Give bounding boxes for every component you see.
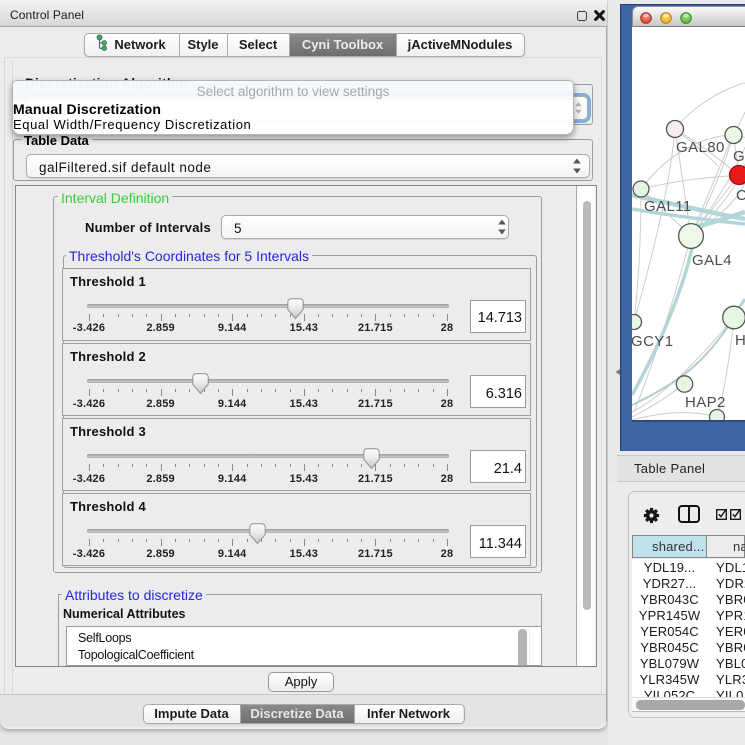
svg-text:GCY1: GCY1 [632,333,673,350]
svg-text:C: C [736,187,745,204]
svg-text:GAL4: GAL4 [692,252,732,269]
svg-text:GA: GA [733,148,745,165]
svg-text:GAL80: GAL80 [676,139,725,156]
svg-text:HAP2: HAP2 [685,394,726,411]
svg-text:H: H [735,332,745,349]
svg-text:GAL11: GAL11 [644,198,692,215]
